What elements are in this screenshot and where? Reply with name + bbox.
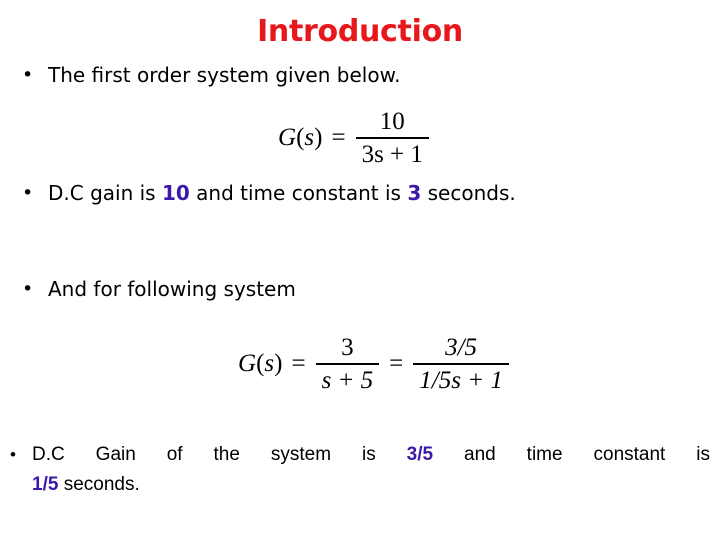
- equation-2-denominator-2: 1/5s + 1: [419, 366, 503, 394]
- bullet-marker-icon: •: [10, 445, 16, 464]
- bullet-item-4: • D.C Gain of the system is 3/5 and time…: [10, 440, 710, 500]
- bullet-item-1: • The first order system given below.: [22, 62, 662, 88]
- bullet-2-middle: and time constant is: [189, 181, 408, 205]
- equation-first-order: G(s) = 10 3s + 1: [278, 108, 432, 169]
- equation-1-lhs-paren-close: ): [314, 124, 323, 152]
- bullet-4-highlight-gain: 3/5: [406, 444, 434, 465]
- equation-2-lhs-s: s: [264, 350, 275, 378]
- bullet-2-highlight-time-constant: 3: [407, 181, 422, 205]
- equation-1-lhs-s: s: [304, 124, 315, 152]
- bullet-4-line-1: D.C Gain of the system is 3/5 and time c…: [32, 440, 710, 470]
- bullet-text-1: The first order system given below.: [48, 63, 401, 87]
- bullet-text-2: D.C gain is 10 and time constant is 3 se…: [48, 180, 682, 206]
- equation-1-lhs-G: G: [278, 124, 297, 152]
- equation-2-numerator-1: 3: [341, 334, 354, 361]
- bullet-text-4: D.C Gain of the system is 3/5 and time c…: [32, 440, 710, 500]
- equation-1-fraction: 10 3s + 1: [353, 108, 432, 169]
- slide-canvas: Introduction • The first order system gi…: [0, 0, 720, 540]
- bullet-4-line-2-suffix: seconds.: [58, 474, 140, 495]
- equation-1-equals-sign: =: [331, 124, 346, 152]
- bullet-2-prefix: D.C gain is: [48, 181, 162, 205]
- bullet-marker-icon: •: [22, 182, 34, 204]
- bullet-text-3: And for following system: [48, 277, 296, 301]
- bullet-4-prefix: D.C Gain of the system is: [32, 444, 407, 465]
- equation-1-lhs: G(s): [278, 124, 324, 152]
- equation-2-equals-sign-2: =: [389, 350, 404, 378]
- equation-2-numerator-2: 3/5: [445, 334, 478, 361]
- bullet-item-2: • D.C gain is 10 and time constant is 3 …: [22, 180, 682, 206]
- bullet-4-highlight-time-constant: 1/5: [32, 474, 59, 495]
- bullet-2-highlight-gain: 10: [161, 181, 190, 205]
- equation-2-lhs-G: G: [238, 350, 257, 378]
- equation-2-denominator-1: s + 5: [321, 366, 374, 394]
- equation-second-system: G(s) = 3 s + 5 = 3/5 1/5s + 1: [238, 334, 512, 395]
- equation-2-lhs: G(s): [238, 350, 284, 378]
- equation-2-fraction-2: 3/5 1/5s + 1: [410, 334, 512, 395]
- equation-2-fraction-1: 3 s + 5: [313, 334, 383, 395]
- bullet-4-line-1-suffix: and time constant is: [433, 444, 710, 465]
- bullet-2-suffix: seconds.: [421, 181, 516, 205]
- equation-1-numerator: 10: [379, 108, 405, 135]
- slide-title: Introduction: [257, 14, 463, 49]
- equation-2-equals-sign-1: =: [291, 350, 306, 378]
- bullet-4-line-2: 1/5 seconds.: [32, 470, 710, 500]
- equation-2-lhs-paren-close: ): [274, 350, 283, 378]
- bullet-marker-icon: •: [22, 278, 34, 300]
- bullet-item-3: • And for following system: [22, 276, 622, 302]
- equation-1-denominator: 3s + 1: [361, 140, 423, 168]
- bullet-marker-icon: •: [22, 64, 34, 86]
